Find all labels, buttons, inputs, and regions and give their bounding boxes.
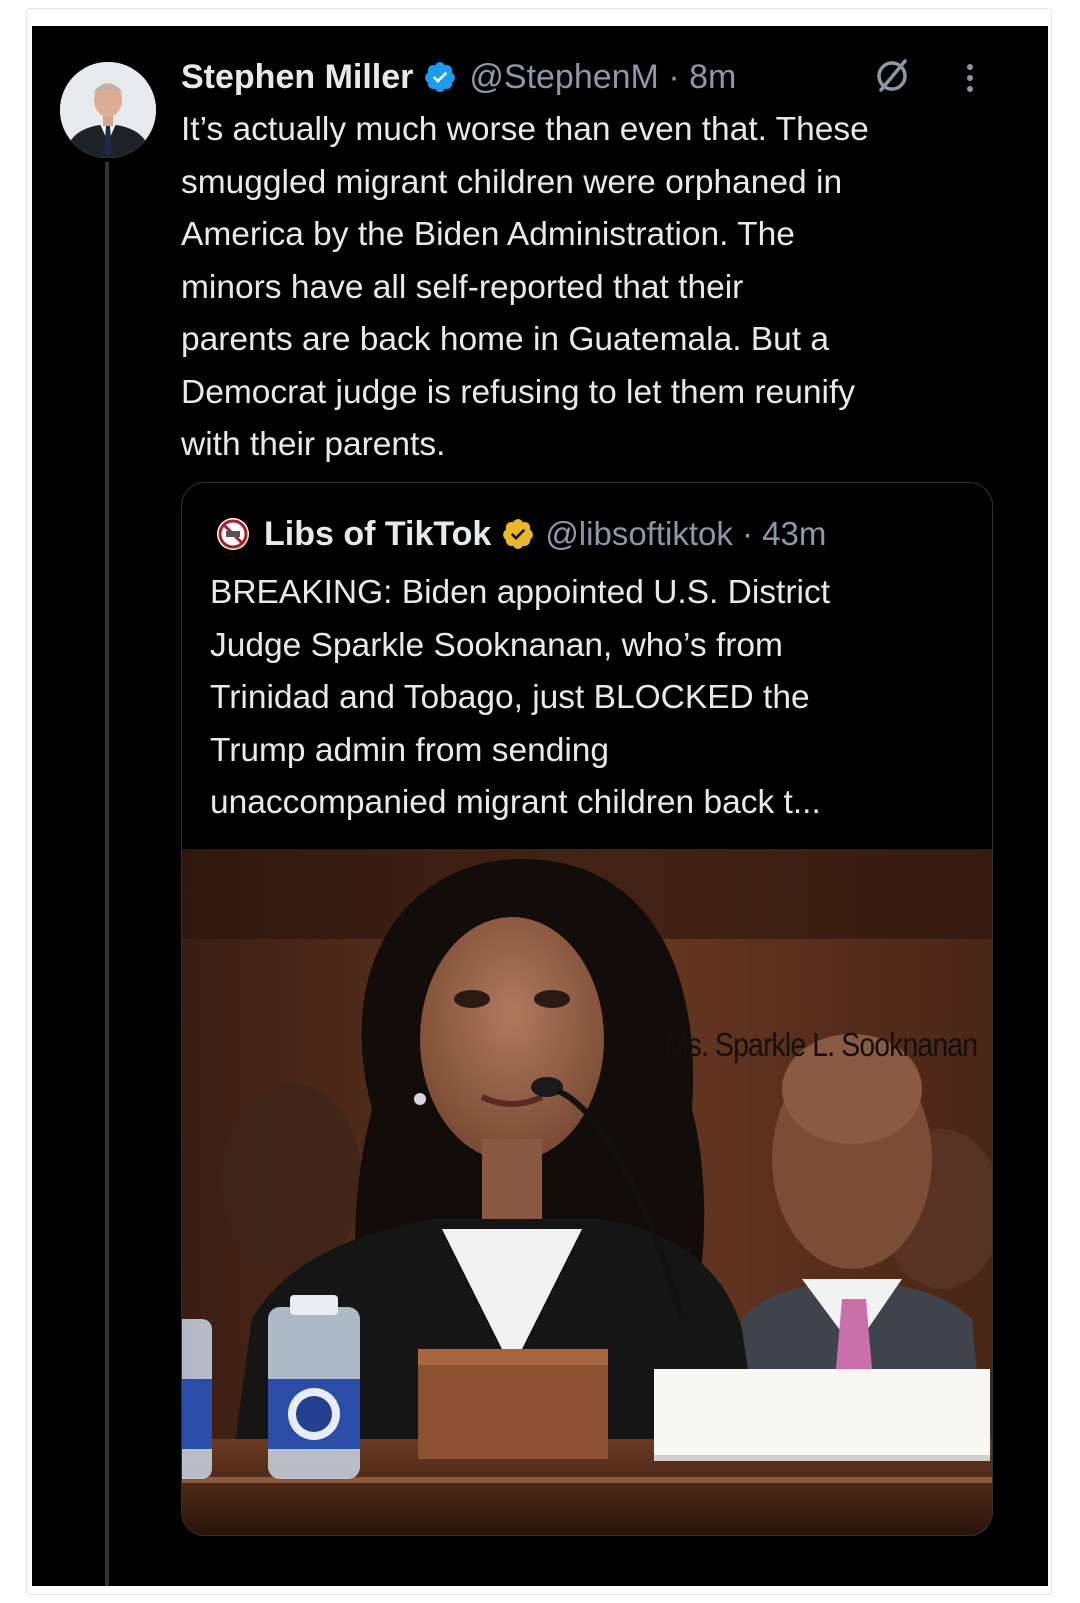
quoted-tweet[interactable]: Libs of TikTok @libsoftiktok · 43m BREAK… <box>181 482 993 1536</box>
thread-line <box>105 162 109 1586</box>
quoted-author-handle-time[interactable]: @libsoftiktok · 43m <box>545 515 826 553</box>
avatar-photo-icon <box>60 62 156 158</box>
tweet-body-text: It’s actually much worse than even that.… <box>181 111 869 463</box>
more-options-icon[interactable] <box>958 58 982 98</box>
author-avatar[interactable] <box>60 62 156 158</box>
reply-restricted-icon[interactable] <box>872 56 912 96</box>
verified-badge-icon <box>503 519 534 549</box>
hearing-photo[interactable] <box>182 849 992 1535</box>
verified-badge-icon <box>425 62 456 92</box>
quoted-author-avatar[interactable] <box>216 517 250 551</box>
quoted-author-name[interactable]: Libs of TikTok <box>264 515 491 554</box>
nameplate-label: Ms. Sparkle L. Sooknanan <box>664 1026 978 1063</box>
tweet-header: Stephen Miller @StephenM · 8m <box>181 52 736 102</box>
author-handle-time[interactable]: @StephenM · 8m <box>469 58 736 97</box>
quoted-tweet-text: BREAKING: Biden appointed U.S. District … <box>210 574 831 821</box>
quoted-tweet-header: Libs of TikTok @libsoftiktok · 43m <box>216 511 826 557</box>
author-name[interactable]: Stephen Miller <box>181 58 413 97</box>
